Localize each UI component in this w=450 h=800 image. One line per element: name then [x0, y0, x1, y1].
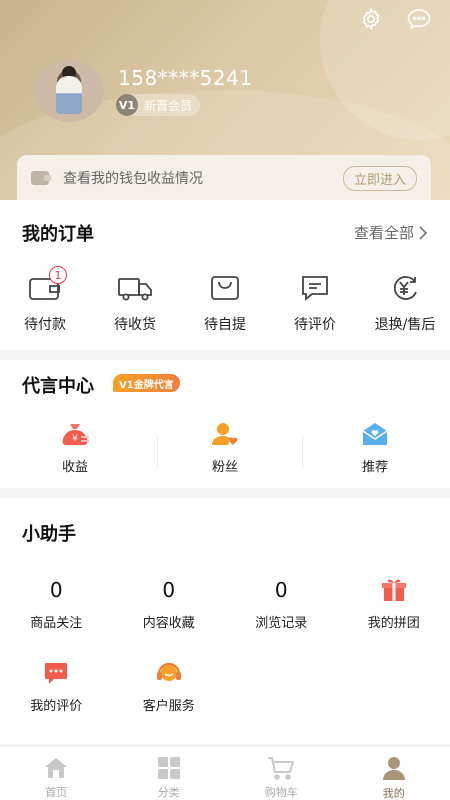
refund-icon [387, 270, 423, 306]
spokesperson-item-label: 粉丝 [211, 460, 238, 475]
gold-spokesperson-tag: V1金牌代言 [113, 374, 180, 392]
tab-label: 首页 [45, 786, 68, 799]
tab-category[interactable]: 分类 [113, 747, 226, 800]
order-pending-review[interactable]: 待评价 [270, 270, 360, 334]
history-entry[interactable]: 0 浏览记录 [225, 576, 338, 631]
tab-label: 分类 [157, 786, 180, 799]
svg-text:¥: ¥ [72, 434, 78, 444]
earnings-entry[interactable]: ¥ 收益 [0, 420, 150, 475]
comment-icon [297, 270, 333, 306]
home-icon [42, 755, 70, 780]
order-item-label: 待收货 [114, 317, 156, 333]
spokesperson-title: 代言中心 [22, 376, 94, 397]
tab-home[interactable]: 首页 [0, 747, 113, 800]
orders-section: 我的订单 查看全部 1 待付款 待收货 待自提 待评价 退换/售后 [0, 200, 450, 350]
order-status-row: 1 待付款 待收货 待自提 待评价 退换/售后 [0, 266, 450, 334]
avatar[interactable] [34, 60, 104, 122]
member-badge[interactable]: V1 新晋会员 [116, 94, 201, 116]
followed-products-entry[interactable]: 0 商品关注 [0, 576, 113, 631]
headset-icon [155, 659, 183, 687]
helper-section: 小助手 0 商品关注 0 内容收藏 0 浏览记录 我的拼团 我的评价 客户服务 [0, 498, 450, 744]
bag-icon [207, 270, 243, 306]
favorites-entry[interactable]: 0 内容收藏 [113, 576, 226, 631]
see-all-label: 查看全部 [353, 224, 414, 242]
gift-icon [381, 576, 407, 604]
chevron-right-icon [419, 225, 428, 240]
wallet-icon [31, 171, 51, 185]
recommend-entry[interactable]: 推荐 [300, 420, 450, 475]
member-label: 新晋会员 [144, 98, 193, 113]
helper-item-label: 我的评价 [30, 699, 83, 714]
order-item-label: 待自提 [204, 317, 246, 333]
user-icon [380, 755, 408, 781]
helper-grid: 0 商品关注 0 内容收藏 0 浏览记录 我的拼团 我的评价 客户服务 [0, 576, 450, 714]
tab-cart[interactable]: 购物车 [225, 747, 338, 800]
order-pending-payment[interactable]: 1 待付款 [0, 266, 90, 334]
followed-products-count: 0 [49, 578, 63, 602]
wallet-icon: 1 [27, 266, 67, 306]
header-actions [358, 6, 432, 32]
orders-title: 我的订单 [22, 224, 94, 245]
order-after-sales[interactable]: 退换/售后 [360, 270, 450, 334]
helper-item-label: 浏览记录 [255, 616, 308, 631]
order-item-label: 待评价 [294, 317, 336, 333]
review-icon [43, 659, 69, 687]
user-phone: 158****5241 [118, 66, 253, 90]
see-all-orders-link[interactable]: 查看全部 [354, 222, 428, 243]
customer-service-entry[interactable]: 客户服务 [113, 659, 226, 714]
helper-item-label: 我的拼团 [367, 616, 420, 631]
wallet-text: 查看我的钱包收益情况 [63, 171, 203, 187]
category-icon [155, 755, 183, 780]
spokesperson-item-label: 收益 [61, 460, 88, 475]
settings-icon[interactable] [358, 6, 384, 32]
pending-payment-badge: 1 [49, 266, 67, 284]
wallet-banner[interactable]: 查看我的钱包收益情况 立即进入 [17, 155, 431, 201]
helper-item-label: 商品关注 [30, 616, 83, 631]
order-item-label: 待付款 [24, 317, 66, 333]
order-item-label: 退换/售后 [374, 317, 436, 333]
message-icon[interactable] [406, 6, 432, 32]
money-bag-icon: ¥ [60, 420, 90, 448]
order-pending-pickup[interactable]: 待自提 [180, 270, 270, 334]
level-badge: V1 [116, 94, 138, 116]
recommend-icon [360, 420, 390, 448]
tab-profile[interactable]: 我的 [338, 747, 450, 800]
helper-item-label: 客户服务 [142, 699, 195, 714]
truck-icon [117, 270, 153, 306]
fans-icon [210, 420, 240, 448]
helper-title: 小助手 [22, 524, 76, 545]
spokesperson-section: 代言中心 V1金牌代言 ¥ 收益 粉丝 推荐 [0, 360, 450, 488]
order-pending-receipt[interactable]: 待收货 [90, 270, 180, 334]
my-reviews-entry[interactable]: 我的评价 [0, 659, 113, 714]
bottom-tab-bar: 首页 分类 购物车 我的 [0, 746, 450, 800]
fans-entry[interactable]: 粉丝 [150, 420, 300, 475]
history-count: 0 [274, 578, 288, 602]
enter-wallet-button[interactable]: 立即进入 [342, 165, 417, 191]
avatar-body [56, 76, 82, 114]
group-buy-entry[interactable]: 我的拼团 [338, 576, 450, 631]
tab-label: 购物车 [264, 786, 298, 799]
tab-label: 我的 [382, 787, 405, 800]
helper-item-label: 内容收藏 [142, 616, 195, 631]
spokesperson-item-label: 推荐 [361, 460, 388, 475]
spokesperson-row: ¥ 收益 粉丝 推荐 [0, 420, 450, 475]
cart-icon [267, 755, 295, 780]
favorites-count: 0 [162, 578, 176, 602]
